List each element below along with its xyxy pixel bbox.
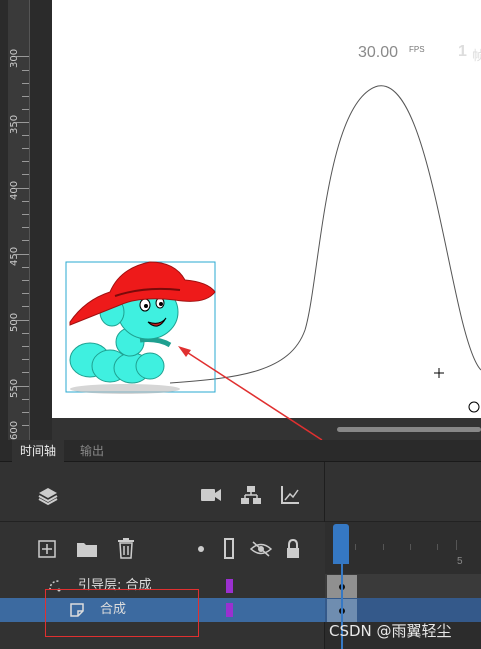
- current-frame-number[interactable]: 1: [458, 43, 467, 61]
- new-folder-icon[interactable]: [76, 540, 98, 558]
- hierarchy-icon[interactable]: [240, 485, 262, 505]
- layer-color-swatch[interactable]: [226, 579, 233, 593]
- dot-icon[interactable]: [197, 545, 205, 553]
- outline-icon[interactable]: [223, 538, 235, 559]
- camera-icon[interactable]: [200, 486, 222, 504]
- playhead-handle[interactable]: [333, 524, 349, 564]
- lock-icon[interactable]: [285, 539, 301, 559]
- annotation-arrow: [178, 346, 323, 440]
- frame-unit: 帧: [472, 49, 481, 64]
- crosshair-icon: [434, 368, 444, 378]
- layers-icon[interactable]: [37, 485, 59, 507]
- fps-unit: FPS: [409, 45, 425, 54]
- stage-area: 300 350 400 450 500 550 600: [0, 0, 481, 440]
- panel-tab-bar: 时间轴 输出: [0, 440, 481, 462]
- annotation-box: [45, 589, 199, 637]
- motion-guide-path: [169, 85, 481, 384]
- stage-drawing: [65, 85, 481, 440]
- frame-marker-label: 5: [457, 556, 463, 567]
- graph-icon[interactable]: [280, 485, 300, 505]
- eye-icon[interactable]: [250, 540, 272, 558]
- delete-icon[interactable]: [117, 538, 135, 559]
- registration-circle-icon: [468, 401, 480, 413]
- tab-timeline[interactable]: 时间轴: [12, 440, 65, 462]
- tab-output[interactable]: 输出: [72, 440, 112, 462]
- caterpillar-character-icon: [69, 261, 216, 394]
- watermark: CSDN @雨翼轻尘: [329, 622, 452, 640]
- fps-value[interactable]: 30.00: [358, 44, 398, 62]
- layer-color-swatch[interactable]: [226, 603, 233, 617]
- new-layer-icon[interactable]: [38, 540, 56, 558]
